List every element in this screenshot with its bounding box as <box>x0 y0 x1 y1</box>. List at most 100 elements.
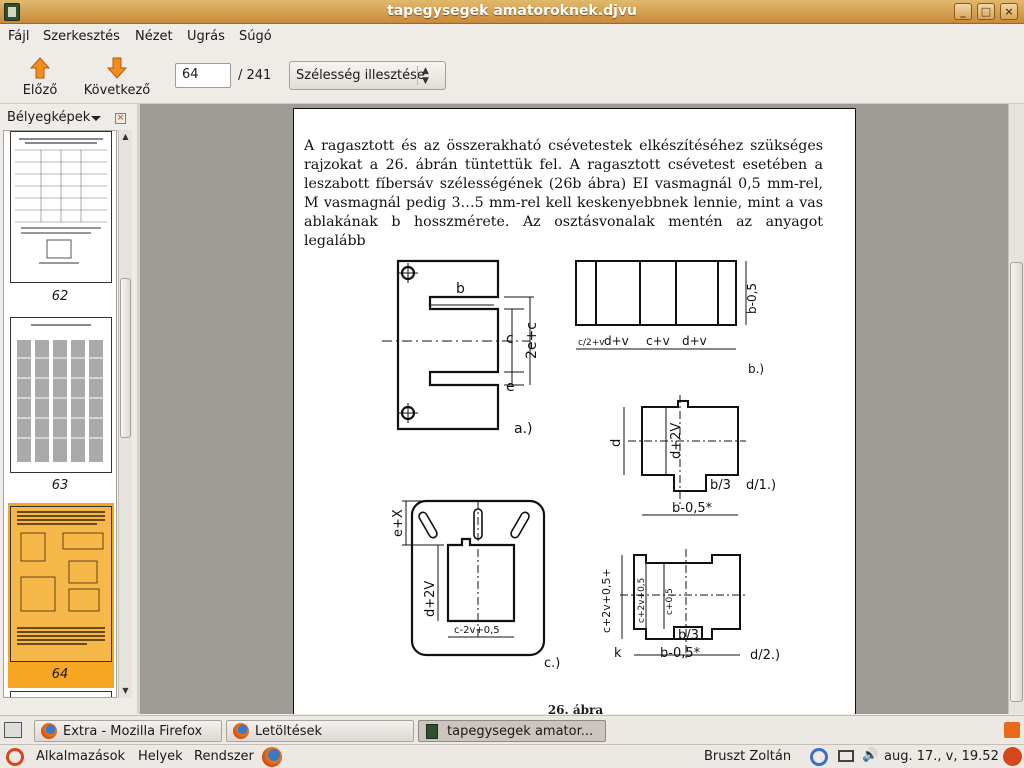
firefox-icon <box>41 723 57 739</box>
fig-label-d: d <box>609 439 624 447</box>
menu-edit[interactable]: Szerkesztés <box>43 29 120 44</box>
menu-help[interactable]: Súgó <box>239 29 272 44</box>
zoom-select[interactable]: Szélesség illesztése ▲ ▼ <box>289 61 446 90</box>
fig-label-c2v05b: c+2v+0,5 <box>637 578 647 623</box>
gnome-panel: Alkalmazások Helyek Rendszer Bruszt Zolt… <box>0 744 1024 768</box>
trash-icon[interactable] <box>1004 722 1020 738</box>
fig-label-d1: d/1.) <box>746 478 776 493</box>
task-downloads-label: Letöltések <box>255 724 323 739</box>
fig-label-bview: b.) <box>748 362 764 376</box>
fig-label-b05: b-0,5 <box>745 283 759 314</box>
menu-go[interactable]: Ugrás <box>187 29 225 44</box>
sidebar-scroll-thumb[interactable] <box>120 278 131 438</box>
firefox-launcher-icon[interactable] <box>262 747 282 767</box>
show-desktop-icon[interactable] <box>4 722 22 738</box>
scroll-up-icon[interactable]: ▲ <box>119 130 132 144</box>
fig-label-dv2: d+v <box>682 334 707 348</box>
fig-label-d2v-c: d+2V <box>423 581 438 617</box>
next-label: Következő <box>83 83 151 98</box>
task-downloads[interactable]: Letöltések <box>226 720 414 742</box>
menu-bar: Fájl Szerkesztés Nézet Ugrás Súgó <box>0 24 1024 50</box>
figure-d1 <box>623 395 746 516</box>
task-firefox[interactable]: Extra - Mozilla Firefox <box>34 720 222 742</box>
fig-label-c: c.) <box>544 656 560 671</box>
task-djview-label: tapegysegek amator... <box>447 724 594 739</box>
page-64-preview <box>17 511 105 645</box>
close-sidebar-icon[interactable]: × <box>115 113 126 124</box>
fig-label-b05s-2: b-0,5* <box>660 646 701 661</box>
zoom-separator <box>417 66 418 85</box>
thumbnail-label-62: 62 <box>51 289 69 304</box>
thumbnail-label-63: 63 <box>51 478 69 493</box>
firefox-icon <box>233 723 249 739</box>
task-firefox-label: Extra - Mozilla Firefox <box>63 724 203 739</box>
update-icon[interactable] <box>810 748 828 766</box>
fig-label-c2v05: c-2v+0,5 <box>454 625 500 636</box>
fig-label-c: c <box>506 331 514 347</box>
system-menu[interactable]: Rendszer <box>194 749 254 764</box>
previous-page-button[interactable]: Előző <box>14 54 66 100</box>
clock[interactable]: aug. 17., v, 19.52 <box>884 749 999 764</box>
power-icon[interactable] <box>1003 747 1022 766</box>
fig-label-ex: e+X <box>391 509 406 537</box>
document-page: A ragasztott és az összerakható csévetes… <box>293 108 856 714</box>
document-view[interactable]: A ragasztott és az összerakható csévetes… <box>140 104 1008 714</box>
fig-label-b3-1: b/3 <box>710 478 731 493</box>
figure-26: b c e 2e+c a.) b-0,5 c/2+v d+v c+v d+v b… <box>382 259 780 671</box>
fig-label-c05: c+0,5 <box>665 588 675 615</box>
toolbar: Előző Következő 64 / 241 Szélesség illes… <box>0 50 1024 104</box>
title-bar: tapegysegek amatoroknek.djvu _ □ × <box>0 0 1024 24</box>
page-63-preview <box>15 324 107 462</box>
fig-label-b05s-1: b-0,5* <box>672 501 713 516</box>
arrow-down-icon <box>107 57 127 79</box>
task-djview[interactable]: tapegysegek amator... <box>418 720 606 742</box>
fig-label-d2: d/2.) <box>750 648 780 663</box>
thumbnail-list[interactable]: 62 63 64 <box>3 130 117 698</box>
document-scroll-thumb[interactable] <box>1010 262 1023 702</box>
thumbnail-page-63[interactable] <box>10 317 112 473</box>
updown-arrow-icon: ▲ ▼ <box>422 66 429 86</box>
thumbnail-page-64[interactable] <box>10 506 112 662</box>
arrow-up-icon <box>30 57 50 79</box>
page-number-input[interactable]: 64 <box>175 63 231 88</box>
fig-label-dv1: d+v <box>604 334 629 348</box>
next-page-button[interactable]: Következő <box>78 54 156 100</box>
zoom-label: Szélesség illesztése <box>296 68 425 83</box>
sidebar-scrollbar[interactable]: ▲ ▼ <box>118 130 132 698</box>
minimize-button[interactable]: _ <box>954 3 972 20</box>
thumbnail-label-64: 64 <box>51 667 69 682</box>
thumbnail-page-65[interactable] <box>10 691 112 697</box>
figure-caption: 26. ábra <box>547 703 604 714</box>
thumbnail-page-62[interactable] <box>10 131 112 283</box>
fig-label-b: b <box>456 281 465 297</box>
fig-label-b3-2: b/3 <box>678 628 699 643</box>
fig-label-2ec: 2e+c <box>524 322 540 359</box>
chevron-down-icon[interactable] <box>91 116 101 121</box>
sidebar-header: Bélyegképek × <box>0 105 137 129</box>
document-scrollbar[interactable] <box>1008 104 1024 714</box>
scroll-down-icon[interactable]: ▼ <box>119 684 132 698</box>
previous-label: Előző <box>22 83 58 98</box>
fig-label-k: k <box>614 646 622 661</box>
applications-menu[interactable]: Alkalmazások <box>36 749 125 764</box>
close-window-button[interactable]: × <box>1000 3 1018 20</box>
thumbnails-title[interactable]: Bélyegképek <box>7 110 90 125</box>
fig-label-c2v05p: c+2v+0,5+ <box>600 568 613 633</box>
fig-label-a: a.) <box>514 421 533 437</box>
window-list: Extra - Mozilla Firefox Letöltések tapeg… <box>0 715 1024 743</box>
page-total: / 241 <box>238 68 272 83</box>
window-title: tapegysegek amatoroknek.djvu <box>387 3 637 19</box>
maximize-button[interactable]: □ <box>977 3 995 20</box>
network-icon[interactable] <box>838 750 854 762</box>
fig-label-cv: c+v <box>646 334 670 348</box>
ubuntu-logo-icon[interactable] <box>6 748 24 766</box>
user-name[interactable]: Bruszt Zoltán <box>704 749 791 764</box>
menu-view[interactable]: Nézet <box>135 29 173 44</box>
fig-label-e: e <box>506 379 515 395</box>
volume-icon[interactable]: 🔊 <box>862 748 878 763</box>
places-menu[interactable]: Helyek <box>138 749 183 764</box>
djview-icon <box>426 724 438 739</box>
menu-file[interactable]: Fájl <box>8 29 29 44</box>
page-62-preview <box>15 138 107 264</box>
fig-label-c2v: c/2+v <box>578 338 605 348</box>
